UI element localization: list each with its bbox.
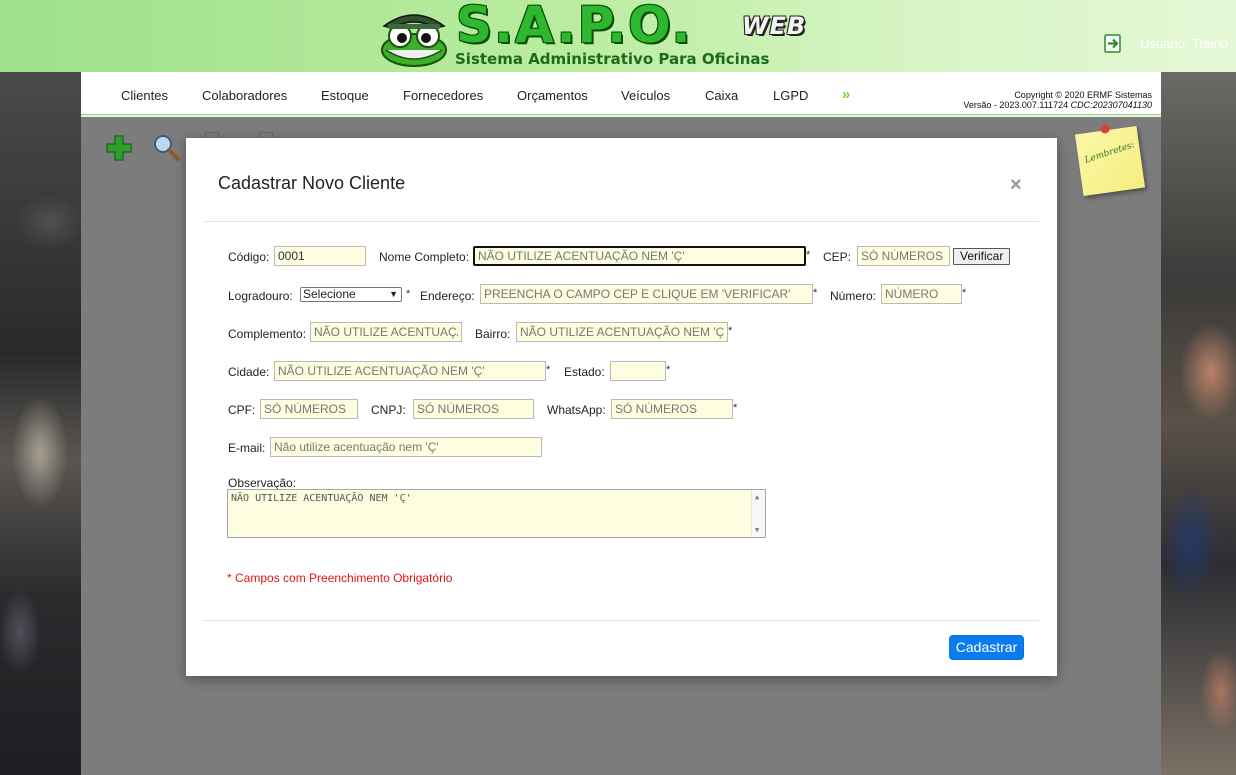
nav-item-colaboradores[interactable]: Colaboradores xyxy=(202,88,287,103)
endereco-label: Endereço: xyxy=(420,289,475,303)
cpf-label: CPF: xyxy=(228,403,256,417)
logradouro-selected: Selecione xyxy=(303,287,356,301)
frog-mascot-icon xyxy=(381,14,447,67)
required-mark: * xyxy=(813,287,818,299)
required-mark: * xyxy=(728,325,733,337)
codigo-field[interactable] xyxy=(274,246,366,266)
numero-field[interactable] xyxy=(881,284,962,304)
version-line: Versão - 2023.007.111724 CDC:20230704113… xyxy=(963,100,1152,110)
logout-icon[interactable] xyxy=(1104,34,1122,53)
nav-item-lgpd[interactable]: LGPD xyxy=(773,88,808,103)
background-photo-right xyxy=(1161,72,1236,775)
estado-label: Estado: xyxy=(564,365,605,379)
required-mark: * xyxy=(546,364,551,376)
required-mark: * xyxy=(962,287,967,299)
textarea-scrollbar[interactable]: ▲ ▼ xyxy=(751,490,765,537)
observacao-placeholder: NÃO UTILIZE ACENTUAÇÃO NEM 'Ç' xyxy=(231,493,412,504)
bairro-field[interactable] xyxy=(516,322,728,342)
nav-item-orcamentos[interactable]: Orçamentos xyxy=(517,88,588,103)
nome-completo-field[interactable] xyxy=(473,246,806,266)
reminders-sticky-note[interactable]: Lembretes: xyxy=(1074,123,1146,197)
required-mark: * xyxy=(666,364,671,376)
logradouro-label: Logradouro: xyxy=(228,289,293,303)
pin-icon xyxy=(1099,123,1111,134)
version-text: Versão - 2023.007.111724 xyxy=(963,100,1071,110)
nome-label: Nome Completo: xyxy=(379,250,470,264)
sticky-label: Lembretes: xyxy=(1083,140,1136,166)
close-icon[interactable]: × xyxy=(1010,175,1022,195)
logradouro-select[interactable]: Selecione ▼ xyxy=(300,287,402,302)
cep-field[interactable] xyxy=(857,246,950,266)
nav-item-clientes[interactable]: Clientes xyxy=(121,88,168,103)
cdc-text: CDC:202307041130 xyxy=(1070,100,1152,110)
cnpj-label: CNPJ: xyxy=(371,403,406,417)
nav-item-estoque[interactable]: Estoque xyxy=(321,88,369,103)
observacao-label: Observação: xyxy=(228,476,297,490)
scroll-up-icon[interactable]: ▲ xyxy=(755,493,759,501)
logo-title: S.A.P.O. xyxy=(456,0,693,54)
endereco-field[interactable] xyxy=(480,284,813,304)
sapo-logo: S.A.P.O. WEB Sistema Administrativo Para… xyxy=(376,0,836,70)
nav-item-fornecedores[interactable]: Fornecedores xyxy=(403,88,483,103)
verify-cep-button[interactable]: Verificar xyxy=(953,248,1011,265)
cep-label: CEP: xyxy=(823,250,852,264)
required-mark: * xyxy=(733,402,738,414)
user-label: Usuário: Treino xyxy=(1140,36,1229,51)
nav-item-caixa[interactable]: Caixa xyxy=(705,88,738,103)
bairro-label: Bairro: xyxy=(475,327,511,341)
whatsapp-label: WhatsApp: xyxy=(547,403,606,417)
cidade-field[interactable] xyxy=(274,361,546,381)
codigo-label: Código: xyxy=(228,250,270,264)
modal-divider xyxy=(204,620,1039,621)
copyright-info: Copyright © 2020 ERMF Sistemas Versão - … xyxy=(963,90,1152,110)
complemento-field[interactable] xyxy=(310,322,462,342)
required-fields-note: * Campos com Preenchimento Obrigatório xyxy=(227,571,453,585)
whatsapp-field[interactable] xyxy=(611,399,733,419)
copyright-line: Copyright © 2020 ERMF Sistemas xyxy=(1014,90,1152,100)
chevron-down-icon: ▼ xyxy=(389,289,398,299)
new-client-modal: Cadastrar Novo Cliente × Código: Nome Co… xyxy=(186,138,1057,676)
cpf-field[interactable] xyxy=(260,399,358,419)
required-mark: * xyxy=(806,249,811,261)
top-header: S.A.P.O. WEB Sistema Administrativo Para… xyxy=(0,0,1236,72)
main-nav: Clientes Colaboradores Estoque Fornecedo… xyxy=(81,72,1161,117)
email-field[interactable] xyxy=(270,437,542,457)
search-magnifier-icon[interactable] xyxy=(151,132,181,162)
scroll-down-icon[interactable]: ▼ xyxy=(755,526,759,534)
numero-label: Número: xyxy=(830,289,877,303)
logo-subtitle: Sistema Administrativo Para Oficinas xyxy=(455,50,770,68)
background-photo-left xyxy=(0,72,81,775)
complemento-label: Complemento: xyxy=(228,327,307,341)
cadastrar-button[interactable]: Cadastrar xyxy=(949,635,1024,660)
modal-divider xyxy=(204,221,1039,222)
modal-title: Cadastrar Novo Cliente xyxy=(218,173,406,193)
email-label: E-mail: xyxy=(228,441,266,455)
logo-web-badge: WEB xyxy=(742,12,807,40)
nav-more-chevron-icon[interactable]: » xyxy=(842,86,850,103)
add-plus-icon[interactable] xyxy=(105,134,133,162)
cnpj-field[interactable] xyxy=(413,399,534,419)
nav-item-veiculos[interactable]: Veículos xyxy=(621,88,670,103)
cidade-label: Cidade: xyxy=(228,365,270,379)
estado-field[interactable] xyxy=(610,361,666,381)
observacao-textarea[interactable]: NÃO UTILIZE ACENTUAÇÃO NEM 'Ç' ▲ ▼ xyxy=(227,489,766,538)
required-mark: * xyxy=(406,288,411,300)
